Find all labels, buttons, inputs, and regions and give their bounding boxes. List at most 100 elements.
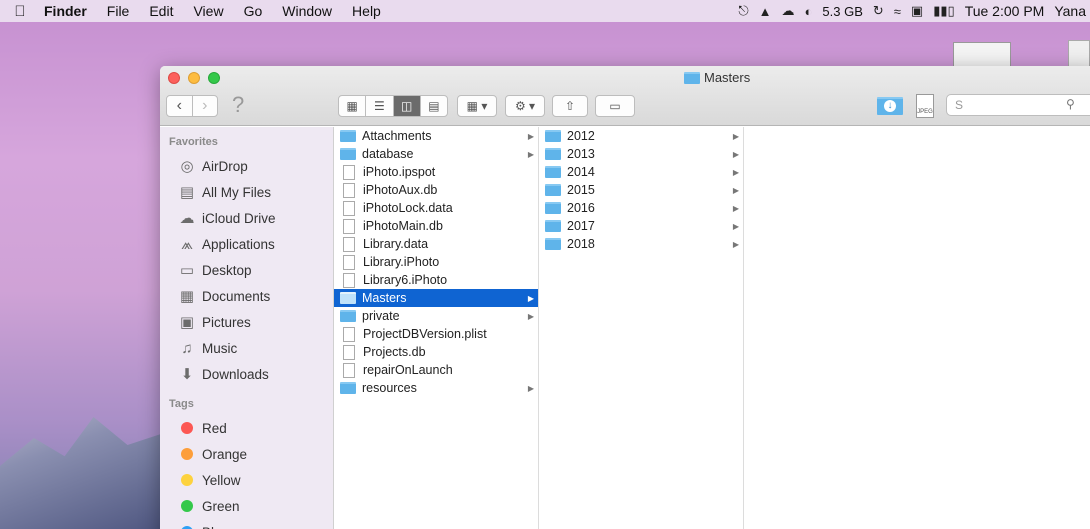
folder-row[interactable]: Masters ▶ — [334, 289, 538, 307]
action-gear-button[interactable]: ⚙ ▾ — [505, 95, 545, 117]
menubar-clock[interactable]: Tue 2:00 PM — [965, 3, 1045, 19]
document-icon — [343, 164, 355, 180]
menu-window[interactable]: Window — [272, 3, 342, 19]
sidebar-item-desktop[interactable]: ▭ Desktop — [160, 257, 333, 283]
sidebar-tag-green[interactable]: Green — [160, 493, 333, 519]
file-row[interactable]: iPhotoMain.db — [334, 217, 538, 235]
sidebar-item-documents[interactable]: ▦ Documents — [160, 283, 333, 309]
menu-help[interactable]: Help — [342, 3, 391, 19]
sidebar-item-icloud-drive[interactable]: ☁ iCloud Drive — [160, 205, 333, 231]
warning-status-icon[interactable]: ▲ — [759, 4, 772, 19]
gallery-view-button[interactable]: ▤ — [419, 96, 447, 116]
wifi-icon[interactable]: ≈ — [894, 4, 901, 19]
music-icon: ♫ — [181, 339, 193, 357]
lock-status-icon[interactable]: ⎋ — [738, 3, 748, 19]
list-view-button[interactable]: ☰ — [365, 96, 392, 116]
folder-row[interactable]: Attachments ▶ — [334, 127, 538, 145]
back-button[interactable]: ‹ — [167, 96, 192, 116]
folder-icon — [545, 238, 561, 250]
item-name: Library6.iPhoto — [363, 273, 448, 287]
folder-row[interactable]: 2017 ▶ — [539, 217, 743, 235]
sidebar-item-music[interactable]: ♫ Music — [160, 335, 333, 361]
folder-row[interactable]: 2012 ▶ — [539, 127, 743, 145]
item-name: repairOnLaunch — [363, 363, 453, 377]
apple-menu-icon[interactable]:  — [0, 3, 40, 20]
file-row[interactable]: iPhoto.ipspot — [334, 163, 538, 181]
file-row[interactable]: Library.iPhoto — [334, 253, 538, 271]
file-row[interactable]: Projects.db — [334, 343, 538, 361]
battery-icon[interactable]: ▮▮▯ — [933, 3, 954, 19]
sidebar-tag-orange[interactable]: Orange — [160, 441, 333, 467]
folder-icon — [545, 184, 561, 196]
close-button[interactable] — [168, 72, 180, 84]
sidebar-item-pictures[interactable]: ▣ Pictures — [160, 309, 333, 335]
sidebar-item-label: iCloud Drive — [202, 210, 276, 226]
favorites-list: ◎ AirDrop ▤ All My Files ☁ iCloud Drive ⩕ Appli… — [160, 153, 333, 387]
sidebar-item-downloads[interactable]: ⬇ Downloads — [160, 361, 333, 387]
disclosure-arrow-icon: ▶ — [732, 221, 739, 231]
file-row[interactable]: iPhotoAux.db — [334, 181, 538, 199]
sidebar-item-all-my-files[interactable]: ▤ All My Files — [160, 179, 333, 205]
item-name: Library.iPhoto — [363, 255, 440, 269]
tag-button[interactable]: ▭ — [595, 95, 635, 117]
folder-row[interactable]: 2018 ▶ — [539, 235, 743, 253]
arrange-button[interactable]: ▦ ▾ — [457, 95, 497, 117]
folder-icon — [545, 166, 561, 178]
camera-icon: ▣ — [179, 314, 195, 331]
sidebar-item-airdrop[interactable]: ◎ AirDrop — [160, 153, 333, 179]
file-row[interactable]: ProjectDBVersion.plist — [334, 325, 538, 343]
icon-view-button[interactable]: ▦ — [339, 96, 365, 116]
sidebar-item-label: Downloads — [202, 366, 269, 382]
file-row[interactable]: Library.data — [334, 235, 538, 253]
applications-icon: ⩕ — [181, 235, 193, 253]
share-button[interactable]: ⇧ — [552, 95, 588, 117]
folder-icon — [684, 71, 700, 84]
sidebar-tag-blue[interactable]: Blue — [160, 519, 333, 529]
folder-row[interactable]: 2014 ▶ — [539, 163, 743, 181]
zoom-button[interactable] — [208, 72, 220, 84]
jpeg-file-toolbar-icon[interactable]: JPEG — [916, 94, 934, 118]
menu-view[interactable]: View — [183, 3, 233, 19]
sidebar-item-label: Applications — [202, 236, 275, 252]
sidebar-tag-red[interactable]: Red — [160, 415, 333, 441]
download-icon: ⬇ — [180, 366, 194, 383]
file-row[interactable]: repairOnLaunch — [334, 361, 538, 379]
airplay-icon[interactable]: ▣ — [911, 3, 923, 19]
downloads-folder-toolbar-icon[interactable]: ↓ — [877, 94, 903, 116]
menubar-user[interactable]: Yana — [1054, 3, 1086, 19]
browser-column-3[interactable] — [744, 127, 1090, 529]
help-icon[interactable]: ? — [232, 92, 244, 118]
file-row[interactable]: Library6.iPhoto — [334, 271, 538, 289]
folder-row[interactable]: 2016 ▶ — [539, 199, 743, 217]
folder-row[interactable]: 2015 ▶ — [539, 181, 743, 199]
menu-app-finder[interactable]: Finder — [40, 3, 97, 19]
column-view-button[interactable]: ◫ — [392, 96, 420, 116]
folder-row[interactable]: 2013 ▶ — [539, 145, 743, 163]
sidebar-item-label: Desktop — [202, 262, 252, 278]
window-title: Masters — [684, 70, 750, 85]
document-icon — [343, 254, 355, 270]
folder-row[interactable]: database ▶ — [334, 145, 538, 163]
folder-icon — [545, 220, 561, 232]
sync-status-icon[interactable]: ↻ — [873, 3, 884, 19]
folder-icon — [545, 148, 561, 160]
menu-go[interactable]: Go — [234, 3, 273, 19]
memory-readout[interactable]: 5.3 GB — [822, 4, 862, 19]
browser-column-2[interactable]: 2012 ▶ 2013 ▶ 2014 ▶ 2015 ▶ 2016 ▶ 2017 ▶ 2018 ▶ — [539, 127, 744, 529]
folder-row[interactable]: resources ▶ — [334, 379, 538, 397]
cloud-status-icon[interactable]: ☁ — [782, 3, 795, 19]
sidebar-tag-yellow[interactable]: Yellow — [160, 467, 333, 493]
forward-button[interactable]: › — [191, 96, 218, 116]
menu-file[interactable]: File — [97, 3, 140, 19]
menu-edit[interactable]: Edit — [139, 3, 183, 19]
view-mode-group: ▦ ☰ ◫ ▤ — [338, 95, 448, 117]
folder-row[interactable]: private ▶ — [334, 307, 538, 325]
file-row[interactable]: iPhotoLock.data — [334, 199, 538, 217]
minimize-button[interactable] — [188, 72, 200, 84]
item-name: private — [362, 309, 400, 323]
memory-gauge-icon[interactable]: ◐ — [805, 4, 813, 19]
item-name: ProjectDBVersion.plist — [363, 327, 487, 341]
document-icon — [343, 362, 355, 378]
browser-column-1[interactable]: Attachments ▶ database ▶ iPhoto.ipspot iPhoto… — [334, 127, 539, 529]
sidebar-item-applications[interactable]: ⩕ Applications — [160, 231, 333, 257]
